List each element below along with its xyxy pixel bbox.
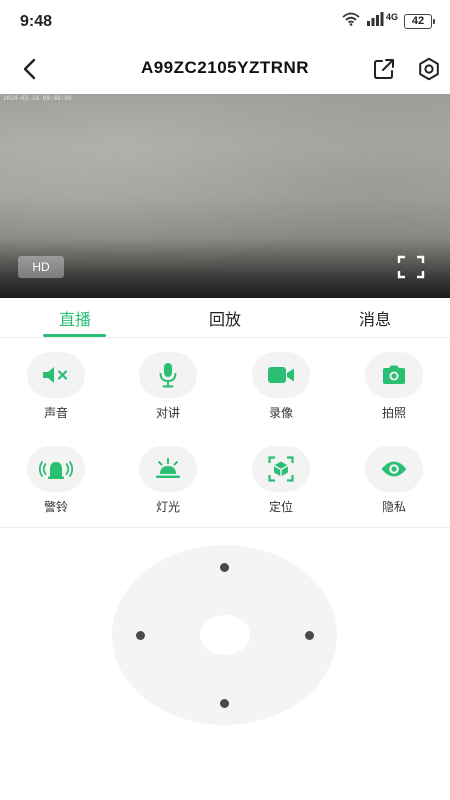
battery-icon: 42 xyxy=(404,14,435,29)
status-time: 9:48 xyxy=(20,13,53,30)
control-label: 定位 xyxy=(268,500,293,514)
tab-bar: 直播 回放 消息 xyxy=(0,298,450,338)
light-button[interactable]: 灯光 xyxy=(128,446,208,526)
network-type: 4G xyxy=(385,11,398,22)
settings-button[interactable] xyxy=(413,53,445,85)
tab-messages[interactable]: 消息 xyxy=(300,298,450,338)
control-grid: 声音 对讲 录像 拍照 警铃 灯光 定位 隐私 xyxy=(0,338,450,528)
video-timestamp: 2024-03-18 09:48:09 xyxy=(3,95,72,102)
light-icon xyxy=(156,458,180,478)
hd-quality-button[interactable]: HD xyxy=(18,256,64,278)
sound-button[interactable]: 声音 xyxy=(16,352,96,432)
tab-playback[interactable]: 回放 xyxy=(150,298,300,338)
gear-icon xyxy=(419,57,439,81)
status-bar: 9:48 4G 42 xyxy=(0,0,450,44)
locate-icon xyxy=(268,456,294,482)
joystick-left[interactable] xyxy=(136,631,145,640)
control-label: 灯光 xyxy=(155,500,180,514)
video-camera-icon xyxy=(268,367,294,383)
share-icon xyxy=(374,59,394,79)
control-label: 警铃 xyxy=(43,500,68,514)
camera-icon xyxy=(383,365,405,384)
control-label: 隐私 xyxy=(381,500,406,514)
privacy-button[interactable]: 隐私 xyxy=(354,446,434,526)
nav-bar: A99ZC2105YZTRNR xyxy=(0,44,450,94)
active-tab-indicator xyxy=(43,334,106,337)
control-label: 录像 xyxy=(268,406,293,420)
control-label: 声音 xyxy=(43,406,68,420)
tab-live[interactable]: 直播 xyxy=(0,298,150,338)
snapshot-button[interactable]: 拍照 xyxy=(354,352,434,432)
joystick-down[interactable] xyxy=(220,699,229,708)
joystick-right[interactable] xyxy=(305,631,314,640)
joystick-up[interactable] xyxy=(220,563,229,572)
share-button[interactable] xyxy=(369,54,399,84)
speaker-muted-icon xyxy=(43,367,68,383)
video-frame xyxy=(0,94,450,298)
live-video[interactable]: 2024-03-18 09:48:09 HD xyxy=(0,94,450,298)
control-label: 对讲 xyxy=(155,406,180,420)
locate-button[interactable]: 定位 xyxy=(241,446,321,526)
signal-icon xyxy=(366,12,384,31)
fullscreen-icon xyxy=(397,255,425,279)
status-icons: 4G 42 xyxy=(342,11,435,31)
wifi-icon xyxy=(342,12,360,31)
joystick-center[interactable] xyxy=(200,615,250,655)
microphone-icon xyxy=(159,363,177,388)
fullscreen-button[interactable] xyxy=(396,254,426,280)
talk-button[interactable]: 对讲 xyxy=(128,352,208,432)
ptz-joystick[interactable] xyxy=(112,545,337,725)
battery-level: 42 xyxy=(411,15,425,27)
record-button[interactable]: 录像 xyxy=(241,352,321,432)
alarm-button[interactable]: 警铃 xyxy=(16,446,96,526)
eye-icon xyxy=(381,461,407,477)
alarm-bell-icon xyxy=(39,461,73,479)
control-label: 拍照 xyxy=(381,406,406,420)
